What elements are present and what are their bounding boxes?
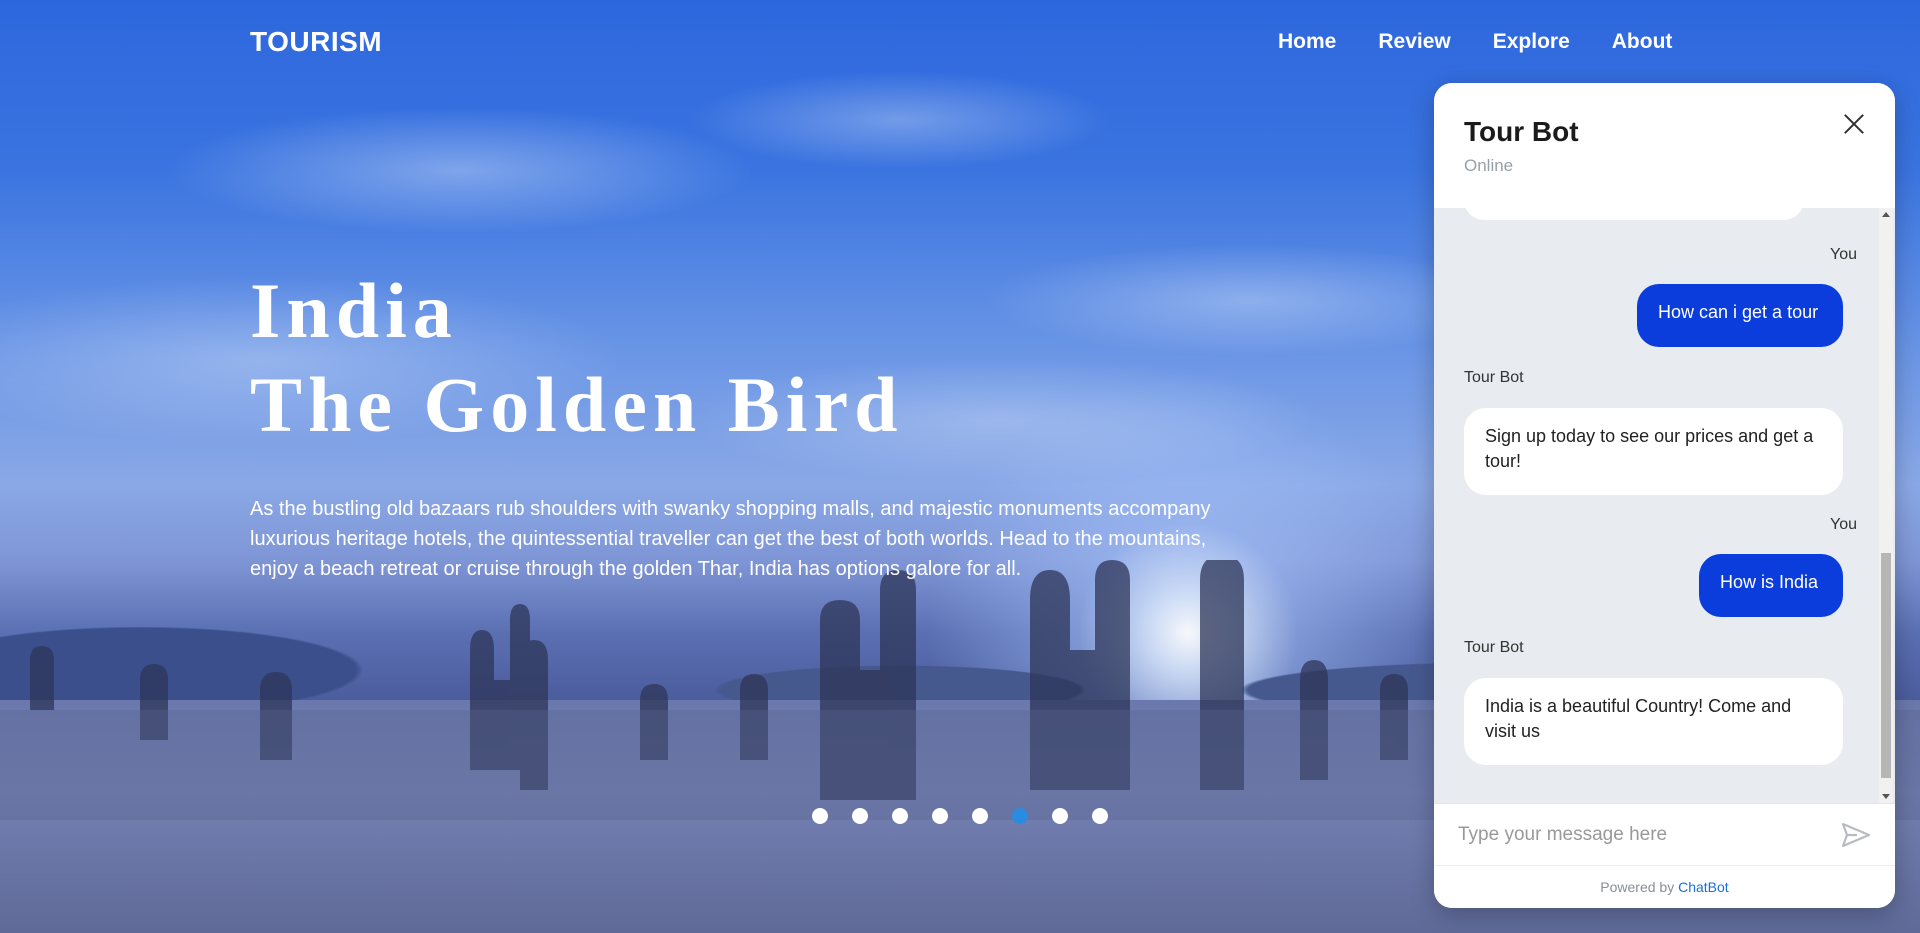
send-icon[interactable] (1841, 822, 1871, 848)
chat-footer: Powered by ChatBot (1434, 865, 1895, 908)
message-sender: Tour Bot (1464, 639, 1524, 656)
slider-dots (812, 808, 1132, 824)
hero-title-line2: The Golden Bird (250, 361, 904, 448)
slider-dot[interactable] (812, 808, 828, 824)
chat-widget: Tour Bot Online You How can i get a tour… (1434, 83, 1895, 908)
nav-explore[interactable]: Explore (1493, 30, 1570, 54)
slider-dot[interactable] (1012, 808, 1028, 824)
hero-description: As the bustling old bazaars rub shoulder… (250, 498, 1211, 580)
chat-header: Tour Bot Online (1434, 83, 1895, 208)
hero-title: India The Golden Bird (250, 264, 903, 452)
chat-input-row (1434, 803, 1895, 865)
close-icon[interactable] (1839, 109, 1869, 139)
message-sender: Tour Bot (1464, 369, 1524, 386)
previous-message-bubble (1464, 208, 1804, 220)
nav-review[interactable]: Review (1378, 30, 1450, 54)
nav-about[interactable]: About (1612, 30, 1673, 54)
slider-dot[interactable] (932, 808, 948, 824)
brand-logo[interactable]: TOURISM (250, 26, 382, 58)
powered-by-text: Powered by (1600, 879, 1675, 895)
slider-dot[interactable] (1052, 808, 1068, 824)
scroll-down-arrow-icon[interactable] (1882, 794, 1890, 799)
hero-title-line1: India (250, 267, 458, 354)
message-sender: You (1830, 246, 1857, 263)
chat-status: Online (1464, 156, 1514, 175)
user-message-bubble: How can i get a tour (1637, 284, 1843, 347)
chat-title: Tour Bot (1464, 116, 1579, 147)
nav-home[interactable]: Home (1278, 30, 1336, 54)
scroll-up-arrow-icon[interactable] (1882, 212, 1890, 217)
slider-dot[interactable] (852, 808, 868, 824)
message-input[interactable] (1458, 823, 1818, 846)
scroll-thumb[interactable] (1881, 553, 1891, 778)
chatbot-link[interactable]: ChatBot (1678, 879, 1729, 895)
bot-message-bubble: Sign up today to see our prices and get … (1464, 408, 1843, 495)
main-nav: Home Review Explore About (1278, 30, 1714, 54)
chat-scrollbar[interactable] (1879, 208, 1893, 803)
user-message-bubble: How is India (1699, 554, 1843, 617)
message-sender: You (1830, 516, 1857, 533)
chat-messages: You How can i get a tour Tour Bot Sign u… (1434, 208, 1895, 803)
slider-dot[interactable] (1092, 808, 1108, 824)
slider-dot[interactable] (972, 808, 988, 824)
slider-dot[interactable] (892, 808, 908, 824)
bot-message-bubble: India is a beautiful Country! Come and v… (1464, 678, 1843, 765)
